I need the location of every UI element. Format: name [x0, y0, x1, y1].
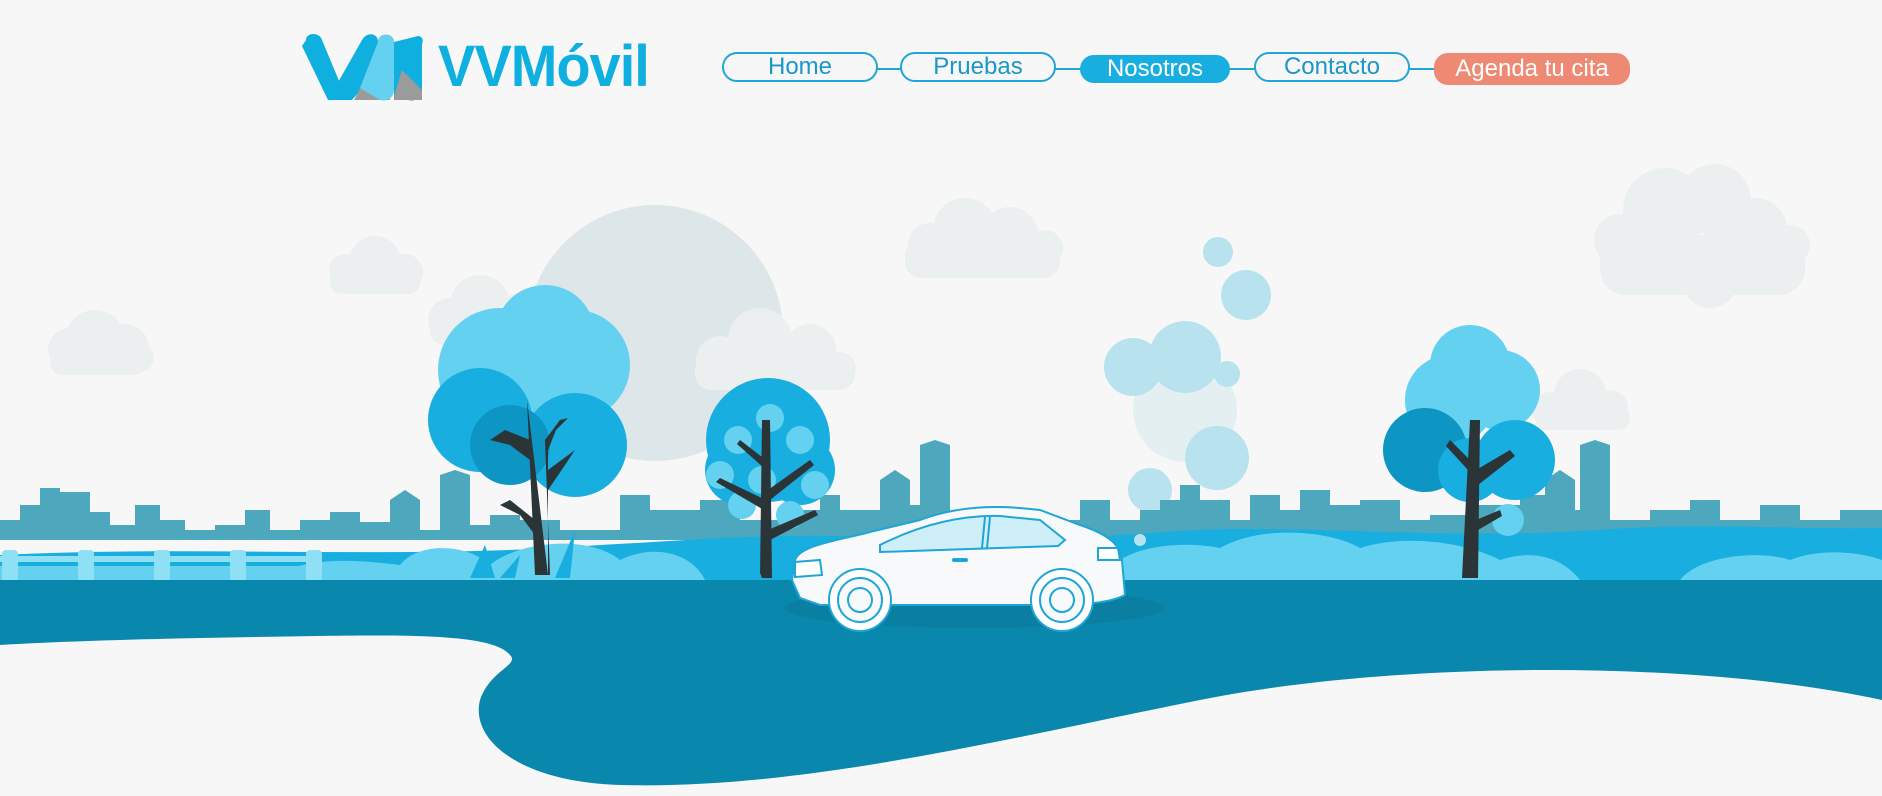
logo-mark-icon	[302, 34, 423, 101]
brand-logo[interactable]: VVMóvil	[298, 30, 658, 102]
nav-item-contacto[interactable]: Contacto	[1254, 52, 1410, 82]
cloud-icon	[1594, 164, 1810, 308]
brand-name: VVMóvil	[438, 32, 650, 99]
nav-item-nosotros[interactable]: Nosotros	[1080, 55, 1230, 83]
nav-item-home[interactable]: Home	[722, 52, 878, 82]
cloud-icon	[329, 236, 423, 294]
agenda-cita-button[interactable]: Agenda tu cita	[1434, 53, 1630, 85]
site-header: VVMóvil Home Pruebas Nosotros Contacto A…	[0, 0, 1882, 130]
cloud-icon	[905, 198, 1063, 278]
main-nav: Home Pruebas Nosotros Contacto Agenda tu…	[722, 52, 1632, 86]
nav-item-pruebas[interactable]: Pruebas	[900, 52, 1056, 82]
cloud-icon	[1532, 369, 1630, 430]
smoke-icon	[1104, 237, 1271, 512]
cloud-icon	[48, 310, 154, 375]
